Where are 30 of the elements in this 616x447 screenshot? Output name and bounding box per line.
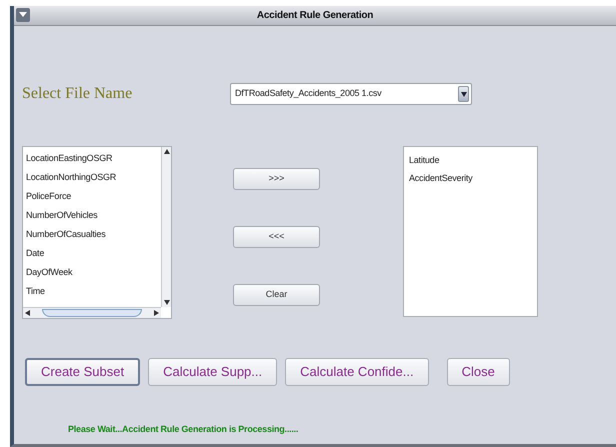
transfer-button[interactable]: Clear — [233, 284, 320, 306]
field-list-item[interactable]: PoliceForce — [26, 187, 161, 206]
horizontal-scrollbar[interactable] — [23, 307, 161, 318]
scroll-down-arrow-icon[interactable] — [164, 300, 170, 305]
selected-field-item[interactable]: AccidentSeverity — [409, 169, 537, 187]
window-title: Accident Rule Generation — [256, 9, 374, 23]
vertical-scrollbar[interactable] — [161, 147, 171, 307]
status-message: Please Wait...Accident Rule Generation is Processing...... — [68, 424, 298, 434]
window-menu-icon[interactable] — [16, 8, 30, 22]
selected-field-item[interactable]: Latitude — [409, 151, 537, 169]
action-button[interactable]: Calculate Supp... — [148, 358, 278, 386]
dropdown-caret-icon — [458, 86, 469, 102]
transfer-button[interactable]: >>> — [233, 168, 320, 190]
action-button[interactable]: Close — [446, 358, 510, 386]
scroll-up-arrow-icon[interactable] — [164, 149, 170, 154]
scrollbar-thumb[interactable] — [42, 309, 142, 317]
field-list-item[interactable]: DayOfWeek — [26, 263, 161, 282]
action-button[interactable]: Calculate Confide... — [285, 358, 429, 386]
action-button[interactable]: Create Subset — [25, 358, 140, 386]
file-select-label: Select File Name — [22, 84, 134, 104]
field-list-item[interactable]: Time — [26, 282, 161, 301]
field-list-item[interactable]: LocationEastingOSGR — [26, 149, 161, 168]
transfer-button[interactable]: <<< — [233, 226, 320, 248]
field-list-item[interactable]: Date — [26, 244, 161, 263]
field-list-item[interactable]: LocationNorthingOSGR — [26, 168, 161, 187]
scroll-right-arrow-icon[interactable] — [154, 310, 159, 316]
file-dropdown[interactable]: DfTRoadSafety_Accidents_2005 1.csv — [230, 83, 472, 105]
field-list-item[interactable]: NumberOfCasualties — [26, 225, 161, 244]
field-list-item[interactable]: NumberOfVehicles — [26, 206, 161, 225]
scroll-left-arrow-icon[interactable] — [25, 310, 30, 316]
